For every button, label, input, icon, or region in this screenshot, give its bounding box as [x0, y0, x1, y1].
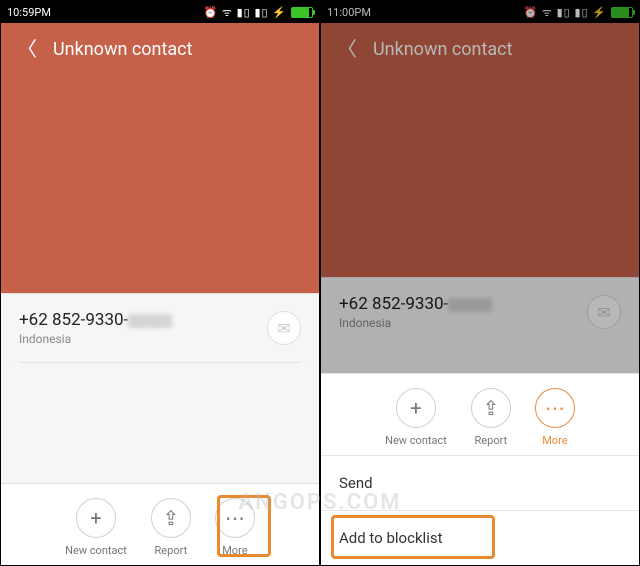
more-menu-sheet: Send Add to blocklist: [321, 455, 639, 565]
report-button[interactable]: ⇪ Report: [471, 388, 511, 447]
contact-info-row: +62 852-9330- Indonesia ✉: [1, 293, 319, 362]
battery-icon: [291, 7, 313, 18]
country-label: Indonesia: [19, 332, 172, 346]
new-contact-button[interactable]: + New contact: [65, 498, 127, 557]
redacted-suffix: [448, 298, 492, 312]
bottom-toolbar: + New contact ⇪ Report ⋯ More: [1, 483, 319, 565]
menu-add-blocklist[interactable]: Add to blocklist: [321, 510, 639, 565]
report-icon: ⇪: [151, 498, 191, 538]
bottom-toolbar: + New contact ⇪ Report ⋯ More: [321, 373, 639, 455]
right-screenshot: 11:00PM ⏰ ᯤ ▮▯ ▮▯ ⚡ 〈 Unknown contact +6…: [320, 0, 640, 566]
left-screenshot: 10:59PM ⏰ ᯤ ▮▯ ▮▯ ⚡ 〈 Unknown contact +6…: [0, 0, 320, 566]
phone-number: +62 852-9330-: [19, 310, 172, 330]
new-contact-button[interactable]: + New contact: [385, 388, 447, 447]
back-icon[interactable]: 〈: [17, 39, 37, 59]
redacted-suffix: [128, 314, 172, 328]
page-title: Unknown contact: [53, 39, 193, 60]
more-icon: ⋯: [215, 498, 255, 538]
contact-header: 〈 Unknown contact: [321, 23, 639, 277]
status-icons: ⏰ ᯤ ▮▯ ▮▯ ⚡: [203, 5, 287, 20]
back-icon[interactable]: 〈: [337, 39, 357, 59]
status-time: 11:00PM: [327, 6, 371, 19]
contact-header: 〈 Unknown contact: [1, 23, 319, 293]
battery-icon: [611, 7, 633, 18]
message-icon[interactable]: ✉: [267, 311, 301, 345]
page-title: Unknown contact: [373, 39, 513, 60]
message-icon[interactable]: ✉: [587, 295, 621, 329]
more-button[interactable]: ⋯ More: [215, 498, 255, 557]
report-button[interactable]: ⇪ Report: [151, 498, 191, 557]
status-icons: ⏰ ᯤ ▮▯ ▮▯ ⚡: [523, 5, 607, 20]
country-label: Indonesia: [339, 316, 492, 330]
status-bar: 11:00PM ⏰ ᯤ ▮▯ ▮▯ ⚡: [321, 1, 639, 23]
menu-send[interactable]: Send: [321, 455, 639, 510]
more-button[interactable]: ⋯ More: [535, 388, 575, 447]
more-icon: ⋯: [535, 388, 575, 428]
status-bar: 10:59PM ⏰ ᯤ ▮▯ ▮▯ ⚡: [1, 1, 319, 23]
report-icon: ⇪: [471, 388, 511, 428]
status-time: 10:59PM: [7, 6, 51, 19]
plus-icon: +: [396, 388, 436, 428]
contact-info-row: +62 852-9330- Indonesia ✉: [321, 277, 639, 346]
content-fill: [1, 363, 319, 483]
plus-icon: +: [76, 498, 116, 538]
phone-number: +62 852-9330-: [339, 294, 492, 314]
